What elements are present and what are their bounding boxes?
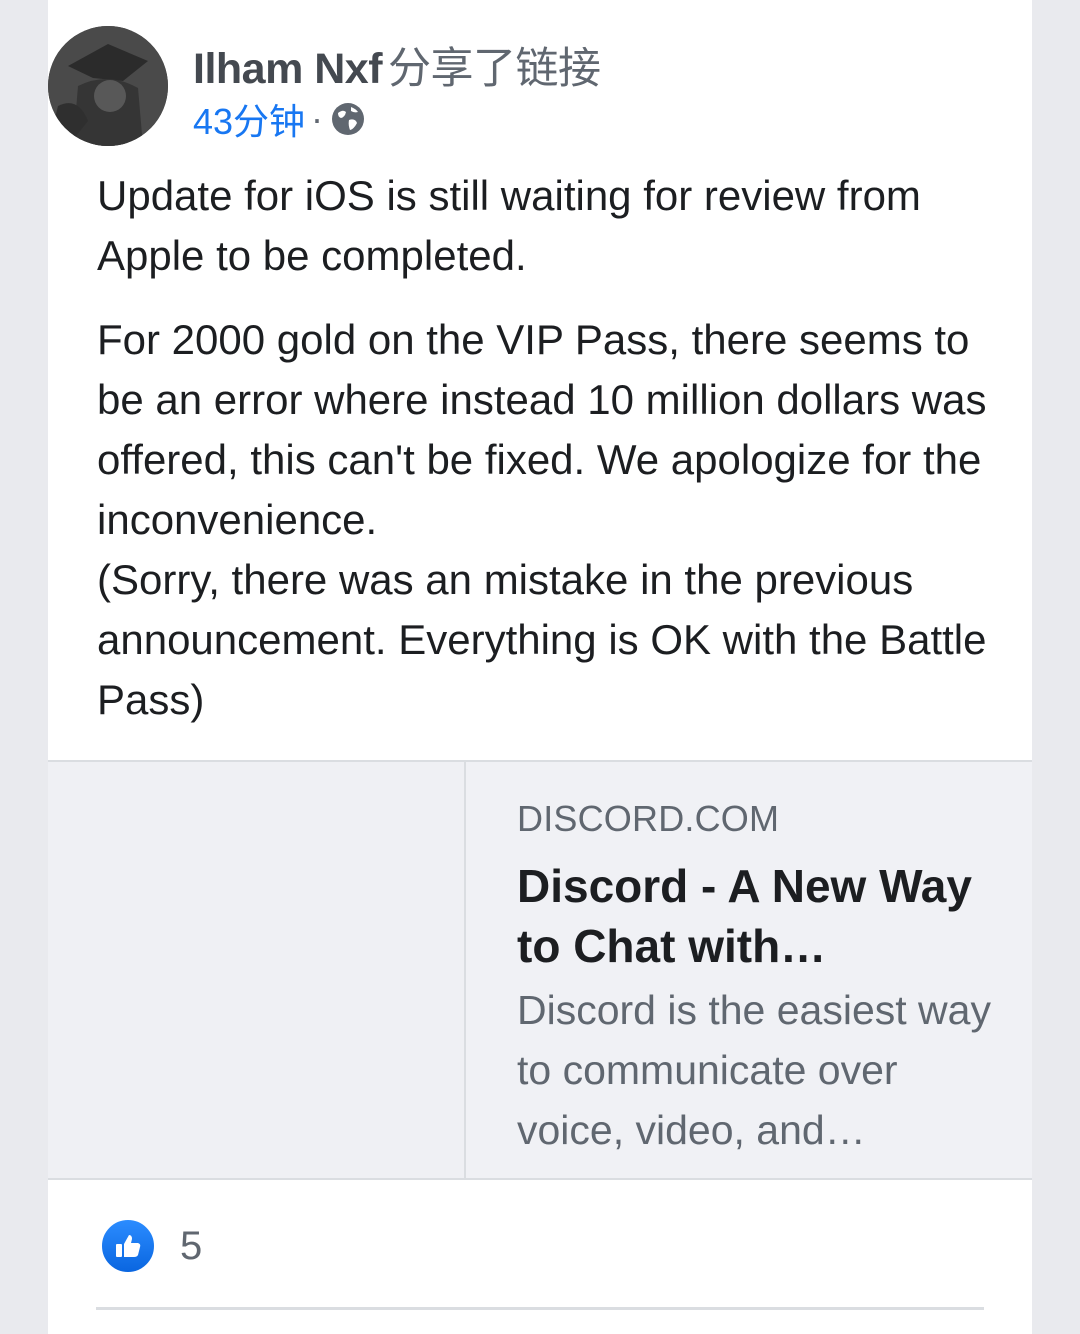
post-header: Ilham Nxf 分享了链接 43分钟 · xyxy=(48,26,988,150)
like-count: 5 xyxy=(180,1223,203,1268)
link-description: Discord is the easiest way to communicat… xyxy=(517,987,991,1153)
avatar-image xyxy=(48,26,168,146)
author-line: Ilham Nxf 分享了链接 xyxy=(193,34,601,96)
post-paragraph-2: For 2000 gold on the VIP Pass, there see… xyxy=(97,316,987,543)
avatar[interactable] xyxy=(48,26,168,146)
post-paragraph-1: Update for iOS is still waiting for revi… xyxy=(97,172,921,279)
link-info[interactable]: DISCORD.COM Discord - A New Way to Chat … xyxy=(517,798,997,1160)
post-body: Update for iOS is still waiting for revi… xyxy=(97,166,997,730)
meta-separator: · xyxy=(311,98,324,139)
author-name[interactable]: Ilham Nxf xyxy=(193,45,383,93)
post-paragraph-3: (Sorry, there was an mistake in the prev… xyxy=(97,556,987,723)
divider xyxy=(96,1307,984,1310)
link-preview[interactable]: DISCORD.COM Discord - A New Way to Chat … xyxy=(48,760,1032,1180)
link-title[interactable]: Discord - A New Way to Chat with… xyxy=(517,856,997,976)
post-meta: 43分钟 · xyxy=(193,96,367,142)
post-timestamp[interactable]: 43分钟 xyxy=(193,93,305,145)
globe-icon xyxy=(329,100,367,138)
reactions-summary[interactable]: 5 xyxy=(100,1216,202,1276)
link-domain: DISCORD.COM xyxy=(517,798,780,839)
link-thumbnail[interactable] xyxy=(48,762,466,1178)
shared-link-label: 分享了链接 xyxy=(388,45,601,93)
like-icon xyxy=(100,1218,156,1274)
